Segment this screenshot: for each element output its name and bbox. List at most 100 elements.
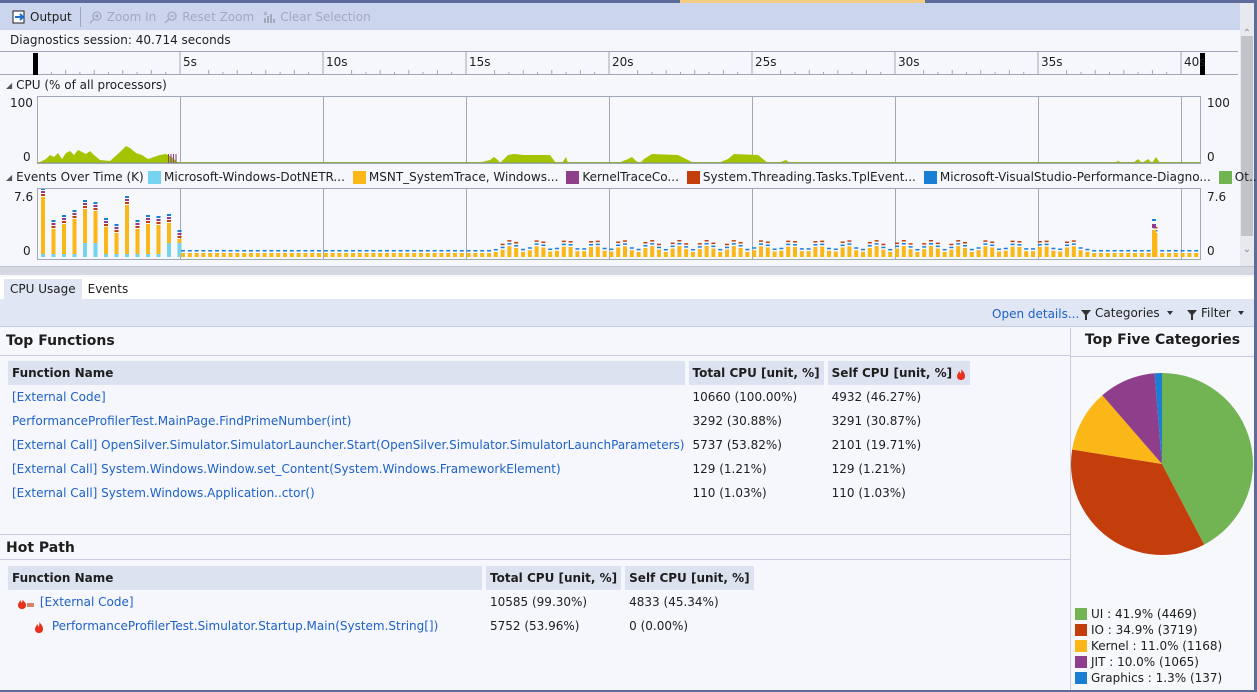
function-link[interactable]: [External Call] System.Windows.Window.se… bbox=[8, 457, 689, 481]
reset-zoom-button[interactable]: Reset Zoom bbox=[160, 6, 258, 28]
event-bar bbox=[378, 250, 383, 257]
column-header-total-cpu[interactable]: Total CPU [unit, %] bbox=[486, 566, 626, 590]
event-bar-segment bbox=[1003, 250, 1008, 257]
legend-item[interactable]: System.Threading.Tasks.TplEvent... bbox=[686, 170, 916, 184]
event-bar-segment bbox=[62, 218, 66, 220]
function-link[interactable]: [External Code] bbox=[40, 595, 134, 609]
legend-item[interactable]: KernelTraceCo... bbox=[566, 170, 679, 184]
event-bar-segment bbox=[827, 247, 831, 250]
zoom-in-label: Zoom In bbox=[106, 9, 157, 24]
legend-item[interactable]: Microsoft-VisualStudio-Performance-Diagn… bbox=[923, 170, 1211, 184]
categories-dropdown[interactable]: Categories bbox=[1081, 306, 1173, 320]
event-bar bbox=[432, 250, 437, 257]
pie-legend-label: JIT : 10.0% (1065) bbox=[1091, 655, 1199, 669]
event-bar bbox=[799, 248, 804, 257]
open-details-link[interactable]: Open details... bbox=[992, 307, 1079, 321]
event-bar-segment bbox=[691, 252, 695, 257]
table-row[interactable]: [External Call] OpenSilver.Simulator.Sim… bbox=[8, 433, 974, 457]
event-bar bbox=[568, 241, 573, 257]
column-header-self-cpu[interactable]: Self CPU [unit, %] bbox=[827, 361, 975, 385]
event-bar-segment bbox=[956, 240, 961, 242]
function-link[interactable]: PerformanceProfilerTest.Simulator.Startu… bbox=[52, 619, 438, 633]
legend-item[interactable]: Ot... bbox=[1218, 170, 1257, 184]
event-bar-segment bbox=[51, 220, 56, 222]
event-bar-segment bbox=[881, 243, 886, 246]
event-bar-segment bbox=[135, 226, 140, 228]
collapse-triangle-icon[interactable]: ◢ bbox=[6, 81, 12, 90]
event-bar-segment bbox=[51, 223, 56, 225]
hot-path-node[interactable]: [External Code] bbox=[8, 590, 486, 614]
events-section-header[interactable]: ◢ Events Over Time (K) bbox=[6, 170, 144, 184]
event-bar bbox=[269, 250, 274, 257]
function-link[interactable]: [External Call] OpenSilver.Simulator.Sim… bbox=[8, 433, 689, 457]
events-chart[interactable] bbox=[37, 188, 1201, 260]
clear-selection-button[interactable]: Clear Selection bbox=[258, 6, 375, 28]
event-bar bbox=[473, 250, 478, 257]
event-bar bbox=[534, 240, 539, 257]
column-header-function-name[interactable]: Function Name bbox=[8, 361, 689, 385]
tab-cpu-usage[interactable]: CPU Usage bbox=[4, 279, 82, 299]
scroll-down-icon[interactable]: ⌄ bbox=[1240, 243, 1254, 257]
table-row[interactable]: PerformanceProfilerTest.MainPage.FindPri… bbox=[8, 409, 974, 433]
event-bar-segment bbox=[177, 236, 182, 238]
event-bar bbox=[922, 243, 927, 257]
timeline-ruler[interactable]: 5s 10s 15s 20s 25s 30s 35s 40s bbox=[0, 51, 1238, 75]
event-bar-segment bbox=[725, 249, 729, 257]
event-bar-segment bbox=[657, 249, 661, 257]
cpu-section-header[interactable]: ◢ CPU (% of all processors) bbox=[6, 78, 167, 92]
legend-item[interactable]: MSNT_SystemTrace, Windows... bbox=[352, 170, 558, 184]
cpu-chart-label: CPU (% of all processors) bbox=[16, 78, 167, 92]
function-link[interactable]: [External Call] System.Windows.Applicati… bbox=[8, 481, 689, 505]
event-bar-segment bbox=[881, 246, 886, 249]
hot-path-node[interactable]: PerformanceProfilerTest.Simulator.Startu… bbox=[8, 614, 486, 638]
event-bar-segment bbox=[93, 243, 98, 257]
event-bar-segment bbox=[561, 243, 566, 246]
collapse-triangle-icon[interactable]: ◢ bbox=[6, 173, 12, 182]
filter-dropdown[interactable]: Filter bbox=[1187, 306, 1244, 320]
event-bar-segment bbox=[867, 242, 872, 244]
event-bar-segment bbox=[636, 248, 641, 251]
event-bar-segment bbox=[1071, 240, 1076, 242]
table-row[interactable]: [External Code] 10660 (100.00%) 4932 (46.2… bbox=[8, 385, 974, 409]
event-bar-segment bbox=[255, 250, 260, 252]
event-bar-segment bbox=[1044, 243, 1049, 246]
event-bar-segment bbox=[929, 246, 933, 257]
event-bar-segment bbox=[731, 240, 736, 242]
splitter[interactable] bbox=[0, 266, 1254, 275]
divider bbox=[0, 355, 1070, 356]
event-bar-segment bbox=[500, 246, 505, 249]
event-bar bbox=[1139, 250, 1144, 257]
function-link[interactable]: PerformanceProfilerTest.MainPage.FindPri… bbox=[8, 409, 689, 433]
legend-item[interactable]: Microsoft-Windows-DotNETR... bbox=[148, 170, 345, 184]
event-bar-segment bbox=[507, 246, 512, 257]
event-bar bbox=[194, 250, 199, 257]
timeline-scrollbar[interactable]: ⌃ ⌄ bbox=[1240, 3, 1254, 266]
scrollbar-thumb[interactable] bbox=[1241, 36, 1253, 236]
event-bar-segment bbox=[908, 249, 913, 257]
output-button[interactable]: Output bbox=[8, 6, 76, 28]
event-bar-segment bbox=[364, 253, 369, 257]
legend-swatch bbox=[1075, 624, 1087, 636]
column-header-function-name[interactable]: Function Name bbox=[8, 566, 486, 590]
event-bar bbox=[752, 247, 757, 257]
event-bar bbox=[908, 243, 913, 257]
event-bar-segment bbox=[135, 220, 140, 222]
zoom-in-button[interactable]: Zoom In bbox=[85, 6, 161, 28]
event-bar-segment bbox=[1058, 248, 1063, 251]
tab-events[interactable]: Events bbox=[82, 279, 135, 299]
ruler-tick-label: 20s bbox=[612, 55, 634, 69]
event-bar-segment bbox=[609, 251, 614, 257]
column-header-total-cpu[interactable]: Total CPU [unit, %] bbox=[688, 361, 828, 385]
table-row[interactable]: PerformanceProfilerTest.Simulator.Startu… bbox=[8, 614, 758, 638]
function-link[interactable]: [External Code] bbox=[8, 385, 689, 409]
table-row[interactable]: [External Call] System.Windows.Applicati… bbox=[8, 481, 974, 505]
cpu-chart[interactable] bbox=[37, 96, 1201, 164]
column-header-self-cpu[interactable]: Self CPU [unit, %] bbox=[625, 566, 758, 590]
event-bar-segment bbox=[221, 250, 226, 252]
table-row[interactable]: [External Code] 10585 (99.30%) 4833 (45.… bbox=[8, 590, 758, 614]
table-row[interactable]: [External Call] System.Windows.Window.se… bbox=[8, 457, 974, 481]
event-bar-segment bbox=[861, 251, 865, 257]
event-bar bbox=[704, 240, 709, 257]
event-bar-segment bbox=[208, 250, 213, 252]
event-bar-segment bbox=[303, 253, 308, 257]
